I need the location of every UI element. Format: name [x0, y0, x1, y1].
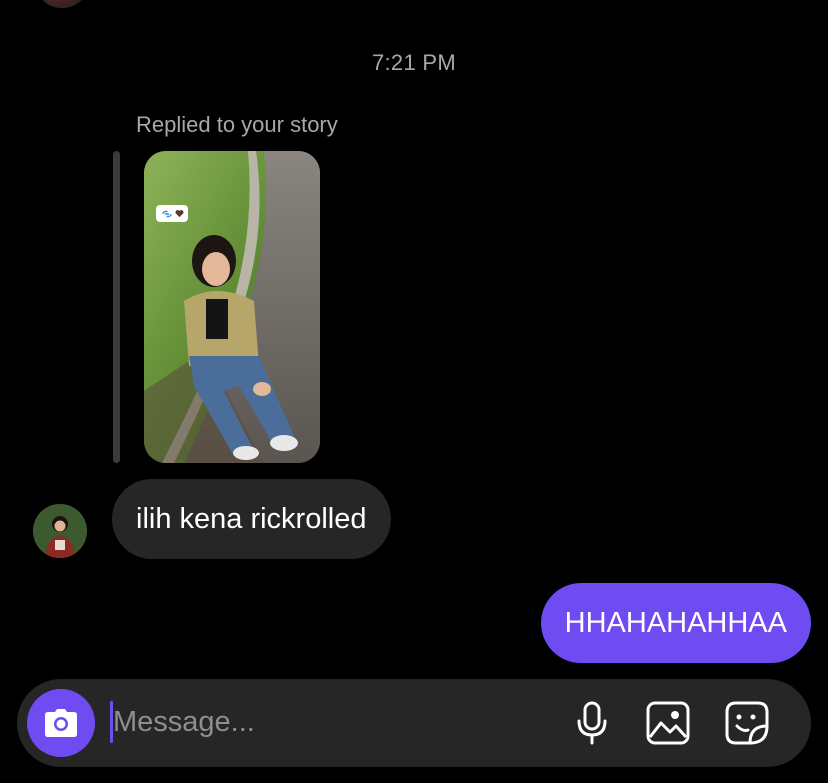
incoming-message-bubble[interactable]: ilih kena rickrolled [112, 479, 391, 559]
camera-icon [45, 709, 77, 737]
story-reply-label: Replied to your story [136, 112, 338, 137]
microphone-icon [577, 701, 607, 745]
microphone-button[interactable] [568, 699, 616, 747]
camera-button[interactable] [27, 689, 95, 757]
outgoing-message-bubble[interactable]: HHAHAHAHHAA [540, 583, 811, 663]
top-avatar[interactable] [34, 0, 90, 8]
sender-avatar[interactable] [33, 504, 87, 558]
message-input[interactable] [113, 697, 533, 747]
message-timestamp: 7:21 PM [371, 50, 457, 75]
sticker-button[interactable] [723, 699, 771, 747]
avatar-photo [33, 504, 87, 558]
sticker-icon [725, 701, 769, 745]
reply-quote-bar [113, 151, 120, 463]
story-thumbnail[interactable] [144, 151, 320, 463]
message-composer [17, 679, 811, 767]
heart-icon [175, 210, 183, 218]
link-icon [161, 210, 172, 217]
story-photo [144, 151, 320, 463]
gallery-button[interactable] [644, 699, 692, 747]
gallery-icon [646, 701, 690, 745]
link-sticker[interactable] [156, 205, 188, 222]
